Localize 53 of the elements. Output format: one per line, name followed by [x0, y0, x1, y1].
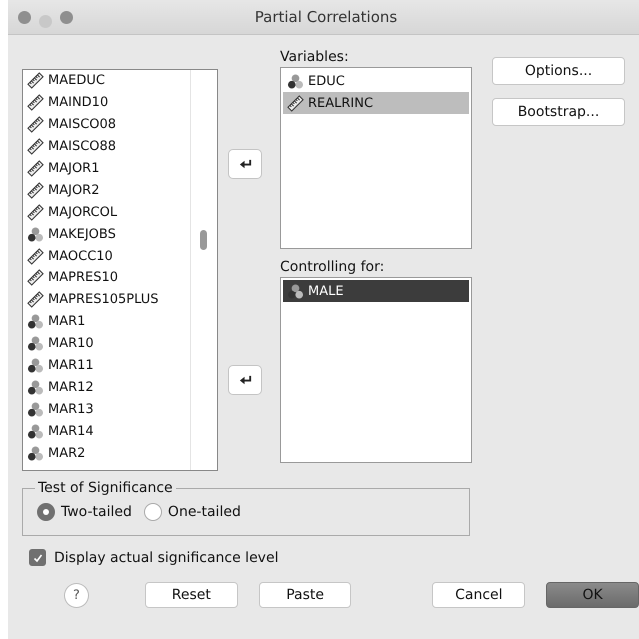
balls-icon: [27, 357, 44, 374]
dialog-button[interactable]: Cancel: [432, 582, 526, 608]
variable-item[interactable]: MAPRES105PLUS: [23, 288, 190, 311]
variable-item[interactable]: MAJOR2: [23, 179, 190, 202]
move-button[interactable]: [228, 365, 262, 395]
balls-icon: [27, 378, 44, 396]
bootstrap-button[interactable]: Bootstrap...: [492, 98, 625, 126]
variable-item[interactable]: MALE: [283, 280, 469, 302]
balls-icon: [287, 282, 304, 300]
variables-label: Variables:: [280, 48, 350, 67]
variable-item[interactable]: MAEDUC: [23, 70, 190, 92]
variable-item[interactable]: MAJOR1: [23, 158, 190, 180]
variable-item[interactable]: MAISCO88: [23, 136, 190, 158]
variable-item[interactable]: MAR14: [23, 420, 190, 442]
variable-item[interactable]: MAPRES10: [23, 267, 190, 289]
close-icon[interactable]: [18, 10, 31, 24]
balls-icon: [27, 422, 44, 440]
help-button[interactable]: ?: [64, 582, 89, 608]
radio-option[interactable]: Two-tailed: [37, 503, 132, 521]
variable-item[interactable]: REALRINC: [283, 92, 469, 114]
controlling-label: Controlling for:: [280, 258, 386, 277]
variable-item[interactable]: MAISCO08: [23, 114, 190, 136]
variable-item[interactable]: MAR1: [23, 310, 190, 333]
group-title: Test of Significance: [35, 479, 176, 497]
zoom-icon[interactable]: [60, 10, 73, 24]
checkbox-option[interactable]: Display actual significance level: [29, 549, 639, 566]
move-button[interactable]: [228, 149, 262, 179]
balls-icon: [27, 444, 44, 462]
radio-icon[interactable]: [37, 503, 55, 521]
dialog-button[interactable]: Reset: [144, 582, 238, 608]
balls-icon: [27, 335, 44, 352]
balls-icon: [27, 226, 44, 243]
balls-icon: [27, 313, 44, 330]
radio-option[interactable]: One-tailed: [144, 503, 241, 521]
variable-item[interactable]: MAOCC10: [23, 245, 190, 268]
checkbox-icon[interactable]: [29, 549, 46, 566]
variable-item[interactable]: MAR12: [23, 376, 190, 398]
dialog-button[interactable]: Paste: [258, 582, 352, 608]
variable-item[interactable]: MAR11: [23, 354, 190, 376]
variable-item[interactable]: MAR2: [23, 442, 190, 464]
options-button[interactable]: Options...: [492, 57, 625, 85]
variable-item[interactable]: MAJORCOL: [23, 201, 190, 224]
minimize-icon[interactable]: [39, 14, 52, 28]
balls-icon: [287, 72, 304, 90]
balls-icon: [27, 400, 44, 418]
variable-item[interactable]: MAR13: [23, 398, 190, 420]
variable-item[interactable]: MAR10: [23, 332, 190, 355]
variable-item[interactable]: MAKEJOBS: [23, 223, 190, 246]
window-title: Partial Correlations: [254, 8, 398, 26]
variable-item[interactable]: EDUC: [283, 70, 469, 92]
radio-icon[interactable]: [144, 503, 162, 521]
ok-button[interactable]: OK: [546, 582, 639, 608]
variable-item[interactable]: MAIND10: [23, 92, 190, 114]
